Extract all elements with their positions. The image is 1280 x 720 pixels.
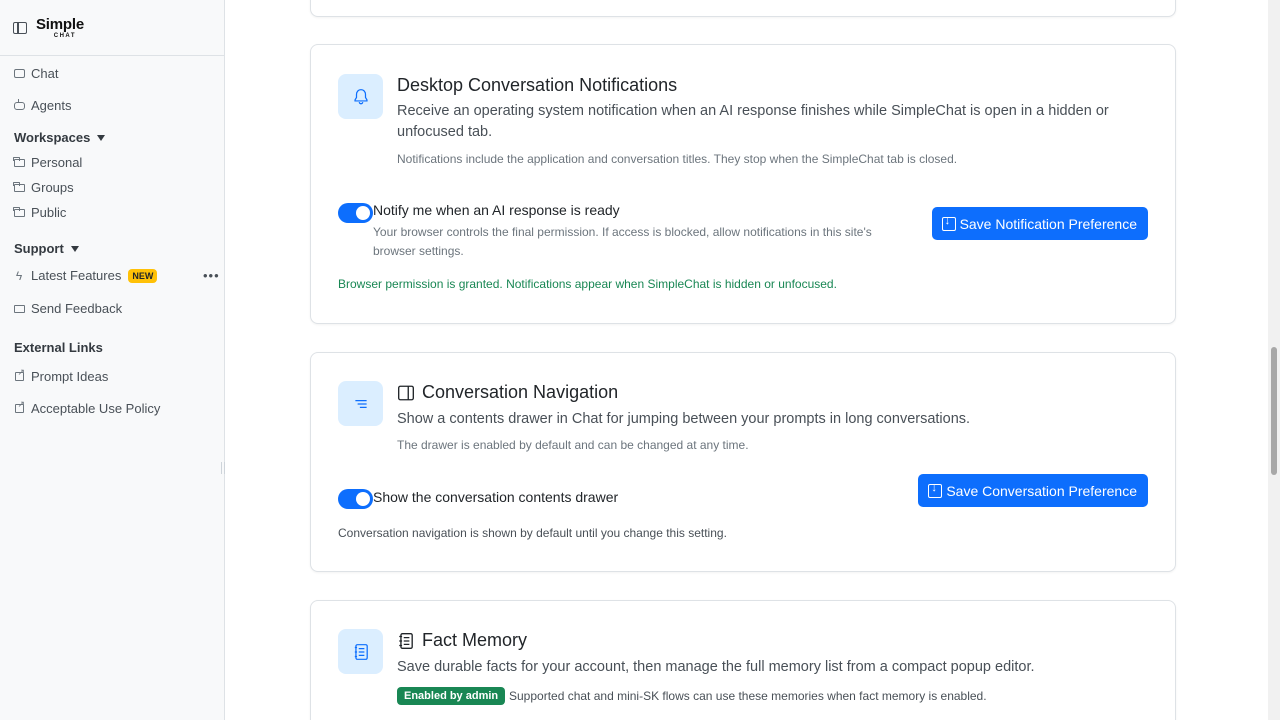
folder-icon [13, 156, 25, 169]
memory-description: Save durable facts for your account, the… [397, 659, 1035, 675]
brand-bar: Simple CHAT [0, 0, 224, 56]
sidebar-item-latest-features[interactable]: ϟ Latest Features NEW [13, 268, 158, 283]
folder-icon [13, 206, 25, 219]
sidebar-resize-handle[interactable] [221, 462, 225, 474]
workspaces-heading[interactable]: Workspaces [14, 130, 106, 145]
new-badge: NEW [128, 268, 158, 283]
navigation-status: Conversation navigation is shown by defa… [338, 526, 727, 540]
notifications-note: Notifications include the application an… [397, 152, 958, 166]
page-scrollbar[interactable] [1268, 0, 1280, 720]
save-conversation-button[interactable]: Save Conversation Preference [918, 474, 1148, 507]
external-links-heading: External Links [14, 340, 103, 355]
save-notification-button[interactable]: Save Notification Preference [931, 207, 1148, 240]
navigation-description: Show a contents drawer in Chat for jumpi… [397, 411, 971, 427]
navigation-toggle[interactable] [338, 489, 373, 509]
workspaces-label: Workspaces [14, 130, 91, 145]
navigation-title-text: Conversation Navigation [422, 382, 619, 402]
chat-icon [13, 68, 25, 80]
more-options-icon[interactable]: ••• [203, 268, 220, 283]
external-link-icon [13, 367, 25, 383]
memory-title-text: Fact Memory [422, 630, 528, 650]
logo-sub: CHAT [53, 32, 76, 39]
sidebar-item-prompt-ideas[interactable]: Prompt Ideas [13, 367, 109, 384]
sidebar-item-label: Latest Features [31, 268, 122, 283]
download-icon [941, 215, 956, 231]
folder-icon [13, 181, 25, 194]
logo[interactable]: Simple CHAT [36, 17, 84, 39]
sidebar-toggle-icon[interactable] [13, 21, 27, 34]
memory-note: Supported chat and mini-SK flows can use… [509, 689, 987, 703]
sidebar-item-chat[interactable]: Chat [13, 66, 58, 81]
memory-title: Fact Memory [397, 630, 527, 651]
main-content: Desktop Conversation Notifications Recei… [226, 0, 1268, 720]
sidebar-item-send-feedback[interactable]: Send Feedback [13, 301, 122, 316]
caret-down-icon [70, 245, 79, 252]
notify-toggle[interactable] [338, 203, 373, 223]
external-links-label: External Links [14, 340, 103, 355]
sidebar-item-label: Acceptable Use Policy [31, 401, 161, 416]
sidebar-item-public[interactable]: Public [13, 205, 66, 220]
navigation-toggle-label: Show the conversation contents drawer [373, 489, 619, 505]
notify-toggle-label: Notify me when an AI response is ready [373, 202, 620, 218]
download-icon [928, 482, 943, 498]
save-conversation-label: Save Conversation Preference [946, 482, 1137, 499]
notify-help-text: Your browser controls the final permissi… [373, 225, 872, 258]
notifications-title: Desktop Conversation Notifications [397, 75, 678, 95]
navigation-card: Conversation Navigation Show a contents … [310, 352, 1176, 572]
sidebar-item-personal[interactable]: Personal [13, 155, 82, 170]
sidebar-item-label: Chat [31, 66, 59, 81]
sidebar-item-label: Personal [31, 155, 83, 170]
sidebar-item-label: Agents [31, 98, 72, 113]
notifications-card: Desktop Conversation Notifications Recei… [310, 44, 1176, 324]
robot-icon [13, 98, 25, 112]
envelope-icon [13, 303, 25, 315]
sidebar-item-label: Groups [31, 180, 74, 195]
lightning-icon: ϟ [15, 268, 23, 283]
bell-icon [338, 74, 383, 119]
support-label: Support [14, 241, 64, 256]
external-link-icon [13, 399, 25, 415]
sidebar-item-groups[interactable]: Groups [13, 180, 74, 195]
logo-name: Simple [36, 15, 84, 33]
navigation-note: The drawer is enabled by default and can… [397, 438, 749, 452]
memory-card: Fact Memory Save durable facts for your … [310, 600, 1176, 720]
save-notification-label: Save Notification Preference [959, 215, 1137, 232]
previous-card [310, 0, 1176, 17]
notifications-description: Receive an operating system notification… [397, 103, 1109, 140]
sidebar: Simple CHAT Chat Agents Workspaces Perso… [0, 0, 225, 720]
support-heading[interactable]: Support [14, 241, 79, 256]
sidebar-item-agents[interactable]: Agents [13, 98, 71, 113]
sidebar-item-label: Public [31, 205, 67, 220]
caret-down-icon [97, 134, 106, 141]
sidebar-item-label: Prompt Ideas [31, 369, 109, 384]
notification-status: Browser permission is granted. Notificat… [338, 277, 837, 291]
sidebar-item-acceptable-use[interactable]: Acceptable Use Policy [13, 399, 161, 416]
sidebar-item-label: Send Feedback [31, 301, 123, 316]
sidebar-panel-icon [397, 384, 415, 402]
scrollbar-thumb[interactable] [1271, 347, 1277, 475]
journal-icon [338, 629, 383, 674]
navigation-title: Conversation Navigation [397, 382, 618, 403]
journal-text-icon [397, 632, 415, 650]
enabled-by-admin-badge: Enabled by admin [397, 687, 506, 705]
text-lines-icon [338, 381, 383, 426]
